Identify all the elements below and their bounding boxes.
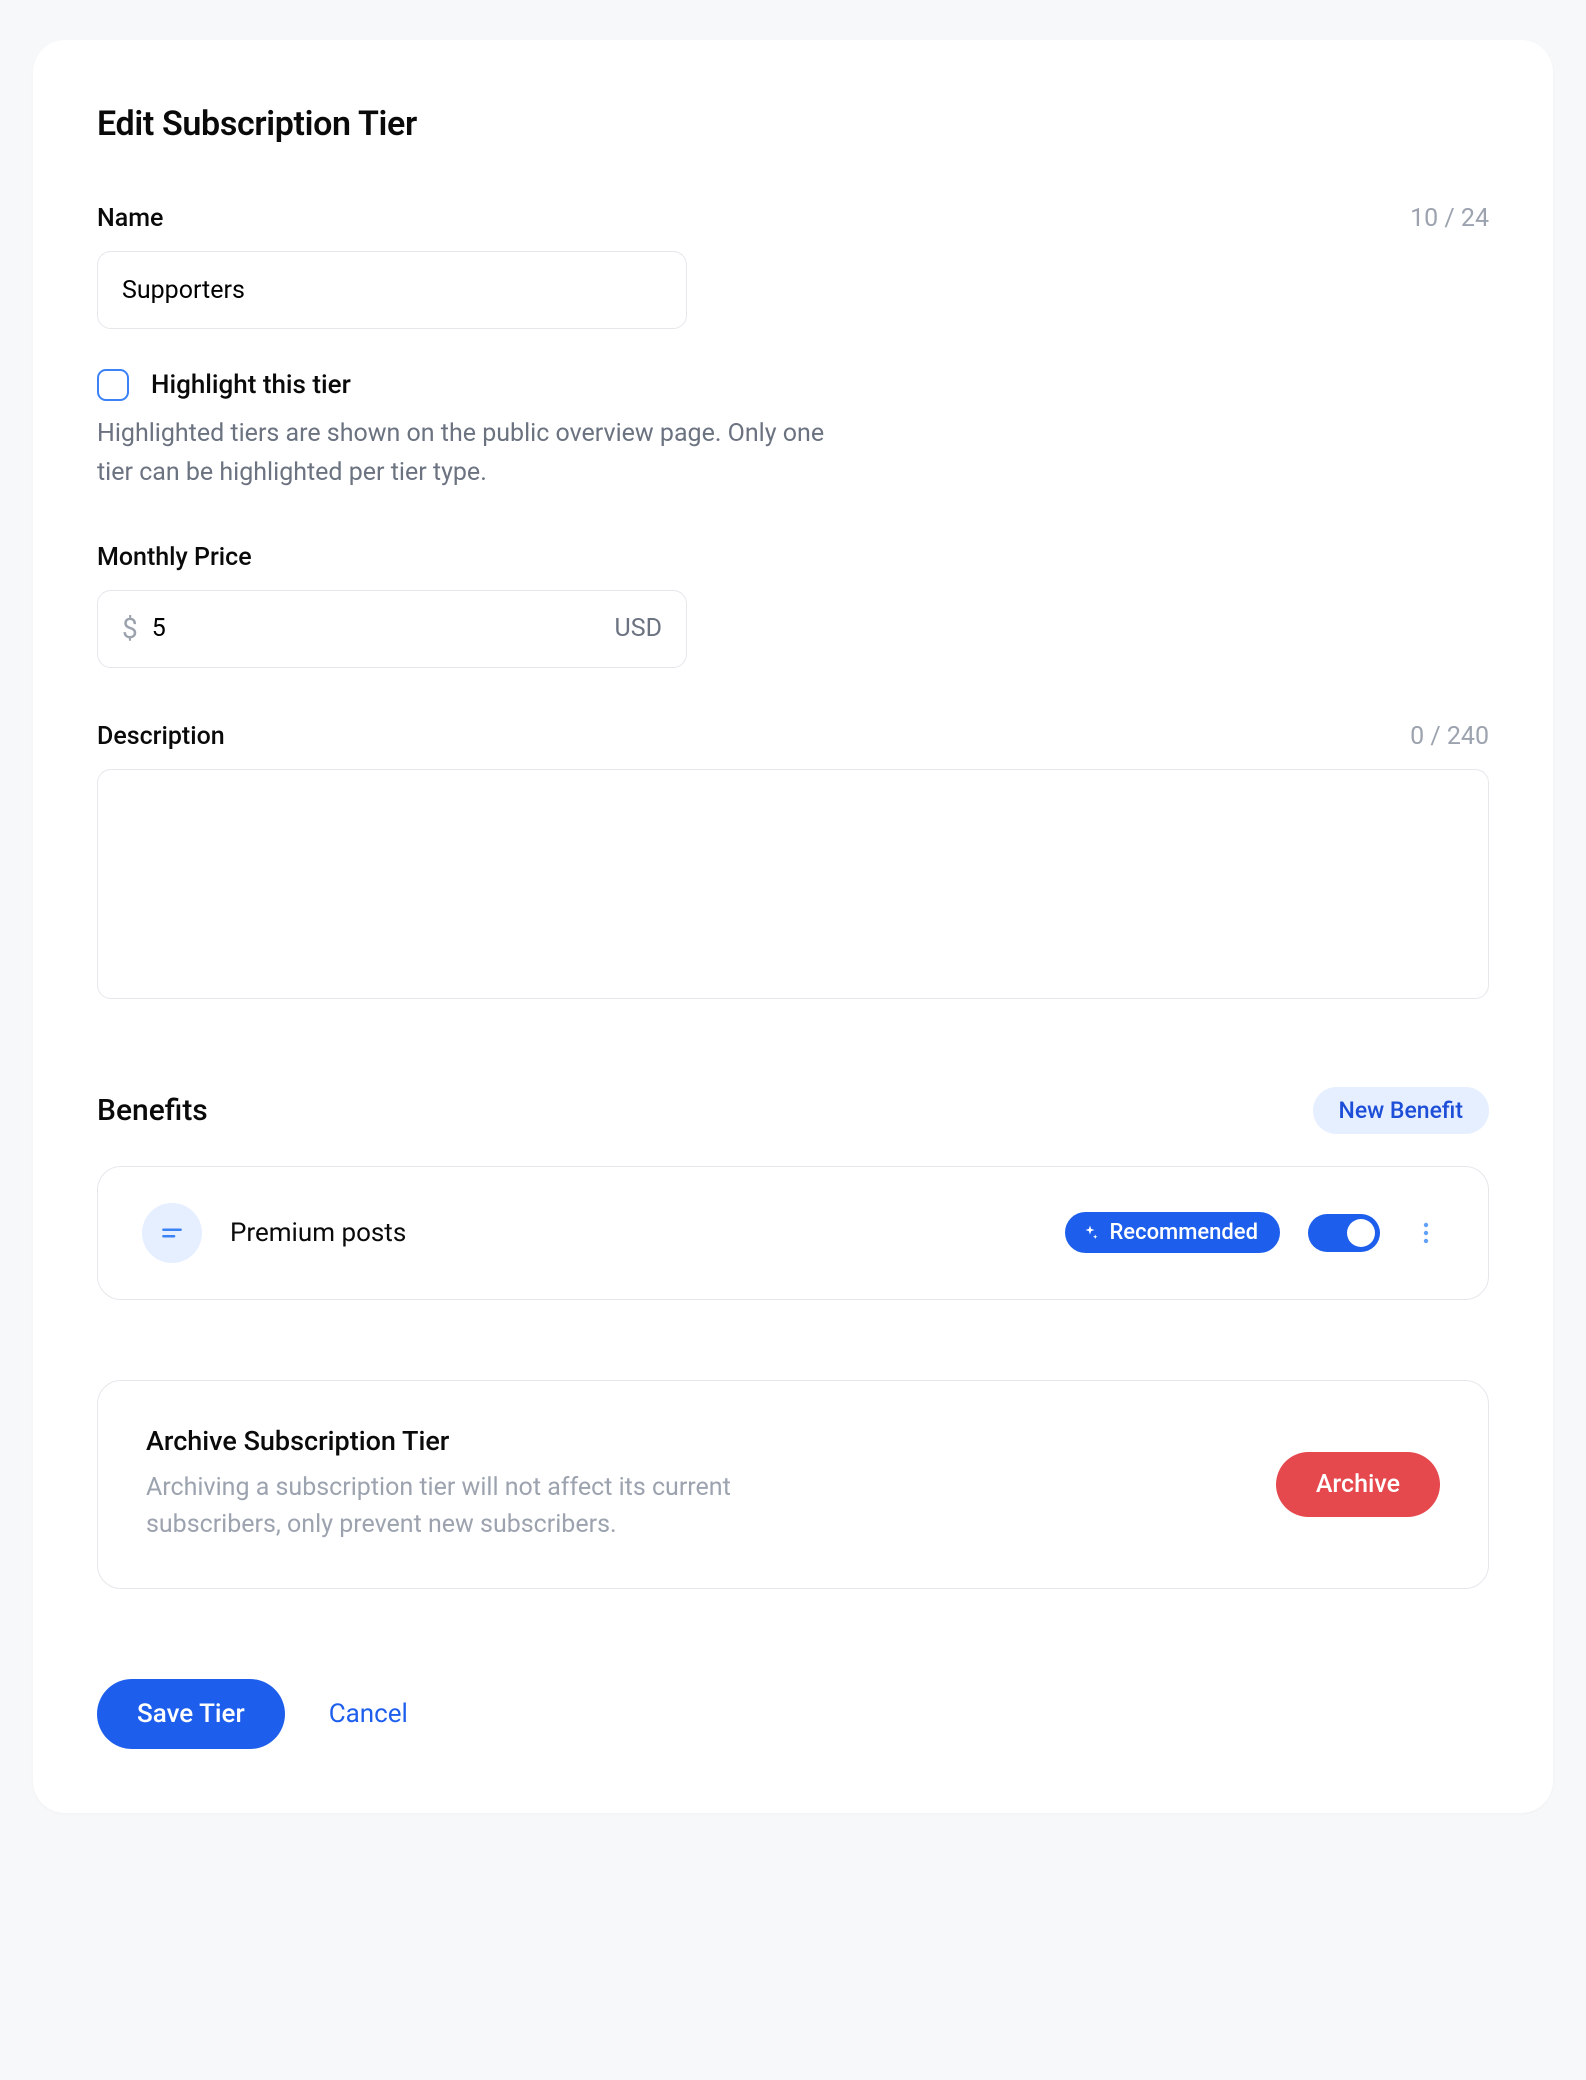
edit-tier-card: Edit Subscription Tier Name 10 / 24 High…	[33, 40, 1553, 1813]
benefits-header: Benefits New Benefit	[97, 1087, 1489, 1134]
highlight-label: Highlight this tier	[151, 370, 351, 400]
description-label: Description	[97, 722, 225, 751]
benefit-menu-button[interactable]	[1408, 1215, 1444, 1251]
sparkle-icon	[1081, 1224, 1099, 1242]
price-input[interactable]	[152, 614, 615, 643]
price-field-header: Monthly Price	[97, 543, 1489, 572]
page-title: Edit Subscription Tier	[97, 104, 1489, 144]
highlight-checkbox[interactable]	[97, 369, 129, 401]
dollar-icon: $	[122, 612, 138, 645]
price-label: Monthly Price	[97, 543, 252, 572]
article-icon	[159, 1220, 185, 1246]
highlight-field: Highlight this tier Highlighted tiers ar…	[97, 369, 1489, 493]
description-counter: 0 / 240	[1410, 722, 1489, 751]
cancel-link[interactable]: Cancel	[329, 1699, 408, 1729]
footer-actions: Save Tier Cancel	[97, 1679, 1489, 1749]
archive-title: Archive Subscription Tier	[146, 1425, 1236, 1457]
benefit-toggle[interactable]	[1308, 1214, 1380, 1252]
benefit-row: Premium posts Recommended	[97, 1166, 1489, 1300]
toggle-knob	[1347, 1219, 1375, 1247]
benefits-title: Benefits	[97, 1093, 208, 1128]
new-benefit-button[interactable]: New Benefit	[1313, 1087, 1490, 1134]
archive-card: Archive Subscription Tier Archiving a su…	[97, 1380, 1489, 1589]
name-field-header: Name 10 / 24	[97, 204, 1489, 233]
archive-button[interactable]: Archive	[1276, 1452, 1440, 1517]
benefit-icon-wrap	[142, 1203, 202, 1263]
description-field: Description 0 / 240	[97, 722, 1489, 1003]
kebab-icon	[1423, 1221, 1429, 1245]
name-counter: 10 / 24	[1410, 204, 1489, 233]
benefits-section: Benefits New Benefit Premium posts Recom…	[97, 1087, 1489, 1300]
highlight-help-text: Highlighted tiers are shown on the publi…	[97, 415, 857, 493]
benefit-name: Premium posts	[230, 1218, 1037, 1248]
archive-description: Archiving a subscription tier will not a…	[146, 1469, 846, 1544]
currency-code: USD	[615, 614, 662, 643]
recommended-badge-text: Recommended	[1109, 1220, 1258, 1245]
description-field-header: Description 0 / 240	[97, 722, 1489, 751]
recommended-badge: Recommended	[1065, 1212, 1280, 1253]
price-input-wrap: $ USD	[97, 590, 687, 668]
save-button[interactable]: Save Tier	[97, 1679, 285, 1749]
name-input[interactable]	[97, 251, 687, 329]
name-field: Name 10 / 24	[97, 204, 1489, 329]
name-label: Name	[97, 204, 163, 233]
archive-text: Archive Subscription Tier Archiving a su…	[146, 1425, 1236, 1544]
highlight-row: Highlight this tier	[97, 369, 1489, 401]
price-field: Monthly Price $ USD	[97, 543, 1489, 668]
description-input[interactable]	[97, 769, 1489, 999]
